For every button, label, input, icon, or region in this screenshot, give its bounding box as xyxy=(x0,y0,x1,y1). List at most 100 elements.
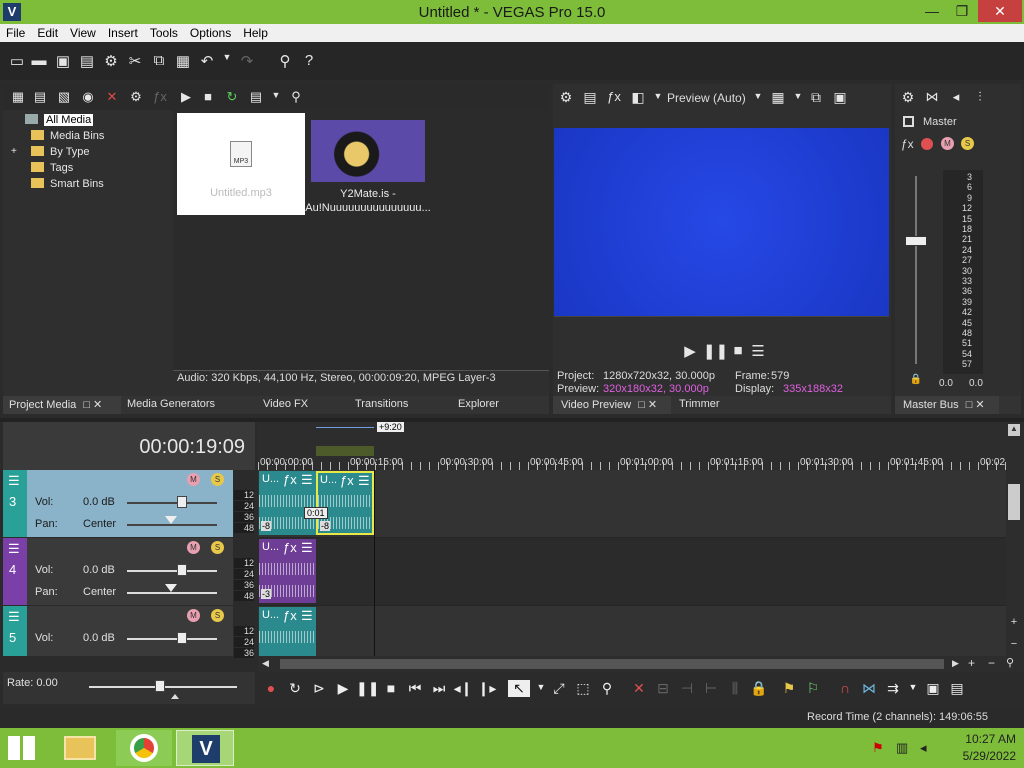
horizontal-scroll-thumb[interactable] xyxy=(280,659,944,669)
track-header-5[interactable]: ☰ 5 M S Vol: 0.0 dB xyxy=(3,606,233,656)
solo-icon[interactable]: S xyxy=(961,137,974,150)
menu-help[interactable]: Help xyxy=(237,24,274,40)
track-menu-icon[interactable]: ☰ xyxy=(8,541,20,557)
preview-stop-icon[interactable]: ■ xyxy=(727,342,749,359)
tree-item-media-bins[interactable]: Media Bins xyxy=(31,130,104,142)
menu-edit[interactable]: Edit xyxy=(31,24,64,40)
tab-video-preview[interactable]: Video Preview □ ✕ xyxy=(553,396,671,414)
render-icon[interactable]: ▤ xyxy=(76,52,98,70)
auto-crossfade-icon[interactable]: ⋈ xyxy=(858,680,880,697)
preview-fx-icon[interactable]: ƒx xyxy=(603,89,625,104)
menu-view[interactable]: View xyxy=(64,24,102,40)
preview-quality-select[interactable]: Preview (Auto) xyxy=(667,91,746,105)
master-fader-handle[interactable] xyxy=(905,236,927,246)
network-icon[interactable]: ▥ xyxy=(896,740,908,756)
get-media-web-icon[interactable]: ▧ xyxy=(53,89,75,105)
preview-menu-icon[interactable]: ☰ xyxy=(747,342,769,360)
insert-marker-icon[interactable]: ⚑ xyxy=(778,680,800,697)
clip-menu-icon[interactable]: ☰ xyxy=(358,473,370,489)
menu-tools[interactable]: Tools xyxy=(144,24,184,40)
tree-item-tags[interactable]: Tags xyxy=(31,162,73,174)
volume-knob[interactable] xyxy=(177,496,187,508)
tree-expand-by-type[interactable]: + xyxy=(11,146,17,157)
zoom-tool-icon[interactable]: ⚲ xyxy=(1006,656,1014,669)
previous-frame-icon[interactable]: ◂❙ xyxy=(452,680,474,697)
split-icon[interactable]: ⫼ xyxy=(724,680,746,697)
audio-clip[interactable]: U... ƒx ☰ -3 xyxy=(259,539,316,603)
tree-item-smart-bins[interactable]: Smart Bins xyxy=(31,178,104,190)
undo-dropdown-icon[interactable]: ▼ xyxy=(216,52,238,62)
master-checkbox[interactable] xyxy=(903,116,914,127)
tab-project-media[interactable]: Project Media □ ✕ xyxy=(3,396,121,414)
undock-icon[interactable]: □ xyxy=(638,399,645,411)
clip-menu-icon[interactable]: ☰ xyxy=(301,608,313,624)
tab-transitions[interactable]: Transitions xyxy=(355,398,408,410)
scroll-left-icon[interactable]: ◀ xyxy=(262,658,269,669)
record-icon[interactable]: ● xyxy=(260,680,282,696)
tab-trimmer[interactable]: Trimmer xyxy=(679,398,720,410)
automation-icon[interactable] xyxy=(921,138,933,150)
pan-slider[interactable] xyxy=(127,524,217,526)
zoom-out-vertical-icon[interactable]: − xyxy=(1008,638,1020,650)
minimize-button[interactable]: — xyxy=(916,0,948,22)
scroll-right-icon[interactable]: ▶ xyxy=(952,658,959,669)
play-from-start-icon[interactable]: ⊳ xyxy=(308,680,330,697)
clip-fx-icon[interactable]: ƒx xyxy=(340,473,354,488)
loop-playback-icon[interactable]: ↻ xyxy=(284,680,306,697)
go-to-start-icon[interactable]: ⏮ xyxy=(404,680,426,697)
pan-knob[interactable] xyxy=(165,516,177,524)
copy-icon[interactable]: ⧉ xyxy=(148,52,170,69)
start-windows-icon[interactable] xyxy=(8,736,36,760)
paste-icon[interactable]: ▦ xyxy=(172,52,194,70)
track-menu-icon[interactable]: ☰ xyxy=(8,473,20,489)
preview-quality-dropdown-icon[interactable]: ▼ xyxy=(747,91,769,101)
track-header-4[interactable]: ☰ 4 M S Vol: 0.0 dB Pan: Center xyxy=(3,538,233,605)
tree-item-by-type[interactable]: By Type xyxy=(31,146,90,158)
trim-end-icon[interactable]: ⊢ xyxy=(700,680,722,697)
video-thumbnail[interactable] xyxy=(311,120,425,182)
pan-knob[interactable] xyxy=(165,584,177,592)
preview-pause-icon[interactable]: ❚❚ xyxy=(703,342,728,360)
delete-icon[interactable]: ✕ xyxy=(628,680,650,697)
remove-media-icon[interactable]: ✕ xyxy=(101,89,123,105)
save-snapshot-icon[interactable]: ▣ xyxy=(829,89,851,106)
track-header-3[interactable]: ☰ 3 M S Vol: 0.0 dB Pan: Center xyxy=(3,470,233,537)
mixer-icon[interactable]: ⫶ xyxy=(969,89,991,105)
track-mute-icon[interactable]: M xyxy=(187,609,200,622)
copy-snapshot-icon[interactable]: ⧉ xyxy=(805,89,827,106)
volume-slider[interactable] xyxy=(127,570,217,572)
cut-icon[interactable]: ✂ xyxy=(124,52,146,70)
whats-this-help-icon[interactable]: ⚲ xyxy=(274,52,296,70)
tab-explorer[interactable]: Explorer xyxy=(458,398,499,410)
clip-menu-icon[interactable]: ☰ xyxy=(301,540,313,556)
normal-edit-tool-icon[interactable]: ↖ xyxy=(508,680,530,697)
capture-video-icon[interactable]: ▤ xyxy=(29,89,51,105)
overlays-grid-icon[interactable]: ▦ xyxy=(767,89,789,106)
track-solo-icon[interactable]: S xyxy=(211,473,224,486)
split-dropdown-icon[interactable]: ▼ xyxy=(647,91,669,101)
undo-icon[interactable]: ↶ xyxy=(196,52,218,70)
tab-video-fx[interactable]: Video FX xyxy=(263,398,308,410)
envelope-tool-icon[interactable]: ⤢ xyxy=(548,680,570,697)
volume-icon[interactable]: ◂ xyxy=(920,740,927,756)
track-mute-icon[interactable]: M xyxy=(187,473,200,486)
volume-knob[interactable] xyxy=(177,564,187,576)
scroll-up-icon[interactable]: ▲ xyxy=(1008,424,1020,436)
auto-preview-icon[interactable]: ↻ xyxy=(221,89,243,105)
media-item-mp3[interactable]: MP3 Untitled.mp3 xyxy=(177,113,305,215)
tab-master-bus[interactable]: Master Bus □ ✕ xyxy=(895,396,999,414)
track-solo-icon[interactable]: S xyxy=(211,609,224,622)
zoom-in-horizontal-icon[interactable]: + xyxy=(968,656,975,670)
save-icon[interactable]: ▣ xyxy=(52,52,74,70)
media-properties-icon[interactable]: ⚙ xyxy=(125,89,147,105)
trim-icon[interactable]: ⊟ xyxy=(652,680,674,697)
vertical-scroll-thumb[interactable] xyxy=(1008,484,1020,520)
media-play-icon[interactable]: ▶ xyxy=(175,89,197,105)
close-tab-icon[interactable]: ✕ xyxy=(93,399,102,411)
menu-options[interactable]: Options xyxy=(184,24,237,40)
help-icon[interactable]: ? xyxy=(298,52,320,69)
file-explorer-icon[interactable] xyxy=(64,736,96,760)
import-media-icon[interactable]: ▦ xyxy=(7,89,29,105)
clip-menu-icon[interactable]: ☰ xyxy=(301,472,313,488)
audio-clip[interactable]: U... ƒx ☰ xyxy=(259,607,316,656)
